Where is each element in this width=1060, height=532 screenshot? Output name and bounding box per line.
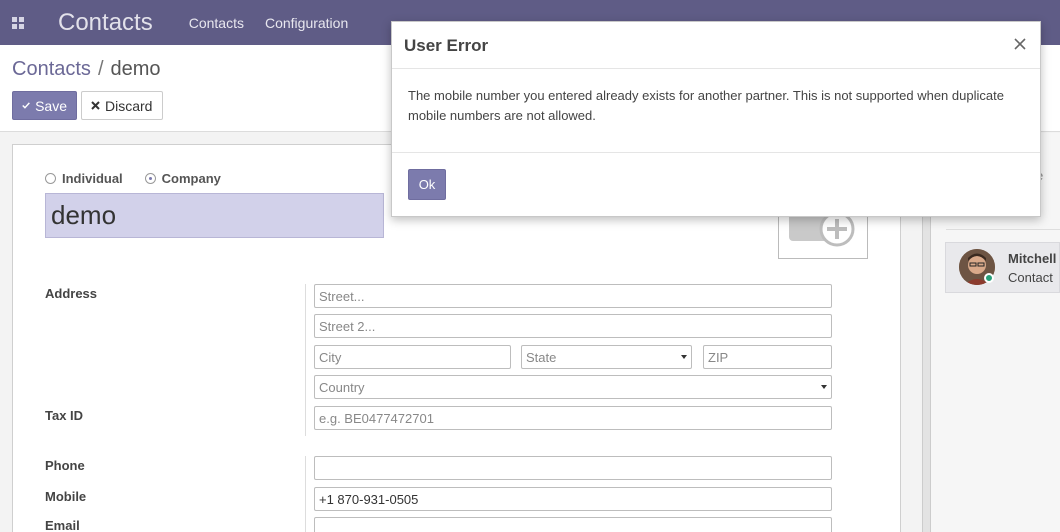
- country-select-label: Country: [319, 379, 365, 395]
- ok-button[interactable]: Ok: [408, 169, 446, 200]
- save-button-label: Save: [35, 97, 67, 114]
- breadcrumb-current: demo: [110, 58, 161, 80]
- dialog-message: The mobile number you entered already ex…: [408, 88, 1004, 123]
- menu-contacts[interactable]: Contacts: [189, 15, 244, 31]
- discard-button[interactable]: Discard: [81, 91, 163, 120]
- follower-name: Mitchell: [1008, 251, 1057, 266]
- company-type-selector: Individual Company: [45, 171, 237, 186]
- breadcrumb-parent[interactable]: Contacts: [12, 58, 91, 81]
- radio-individual-label[interactable]: Individual: [62, 171, 123, 186]
- radio-company-label[interactable]: Company: [162, 171, 221, 186]
- address-label: Address: [45, 286, 98, 301]
- apps-grid-icon[interactable]: [0, 0, 36, 45]
- follower-card[interactable]: Mitchell Contact: [945, 242, 1060, 293]
- street2-input[interactable]: Street 2...: [314, 314, 832, 338]
- radio-individual[interactable]: [45, 173, 56, 184]
- address-divider: [305, 284, 306, 436]
- chatter-divider: [946, 229, 1060, 230]
- discard-button-label: Discard: [105, 97, 153, 114]
- chevron-down-icon: [821, 385, 827, 389]
- dialog-header: User Error: [392, 22, 1040, 69]
- tax-id-label: Tax ID: [45, 408, 84, 423]
- user-error-dialog: User Error The mobile number you entered…: [391, 21, 1041, 217]
- save-button[interactable]: Save: [12, 91, 77, 120]
- breadcrumb: Contacts / demo: [12, 58, 161, 81]
- follower-role: Contact: [1008, 270, 1053, 285]
- country-select[interactable]: Country: [314, 375, 832, 399]
- street-input[interactable]: Street...: [314, 284, 832, 308]
- state-select-label: State: [526, 349, 557, 365]
- menu-configuration[interactable]: Configuration: [265, 15, 348, 31]
- close-icon: [91, 101, 100, 110]
- breadcrumb-separator: /: [97, 58, 104, 80]
- close-icon[interactable]: [1010, 34, 1030, 54]
- chevron-down-icon: [681, 355, 687, 359]
- mobile-label: Mobile: [45, 489, 87, 504]
- radio-company[interactable]: [144, 173, 156, 184]
- check-icon: [22, 102, 30, 109]
- zip-input[interactable]: ZIP: [703, 345, 832, 369]
- email-input[interactable]: [314, 517, 832, 532]
- dialog-title: User Error: [404, 36, 489, 55]
- phone-input[interactable]: [314, 456, 832, 480]
- online-status-icon: [984, 273, 994, 283]
- phone-label: Phone: [45, 458, 85, 473]
- dialog-footer: Ok: [392, 152, 1040, 216]
- app-brand: Contacts: [58, 8, 153, 36]
- mobile-input[interactable]: +1 870-931-0505: [314, 487, 832, 511]
- city-input[interactable]: City: [314, 345, 511, 369]
- contact-divider: [305, 456, 306, 532]
- name-field[interactable]: demo: [45, 193, 384, 238]
- state-select[interactable]: State: [521, 345, 692, 369]
- email-label: Email: [45, 518, 80, 532]
- tax-id-input[interactable]: e.g. BE0477472701: [314, 406, 832, 430]
